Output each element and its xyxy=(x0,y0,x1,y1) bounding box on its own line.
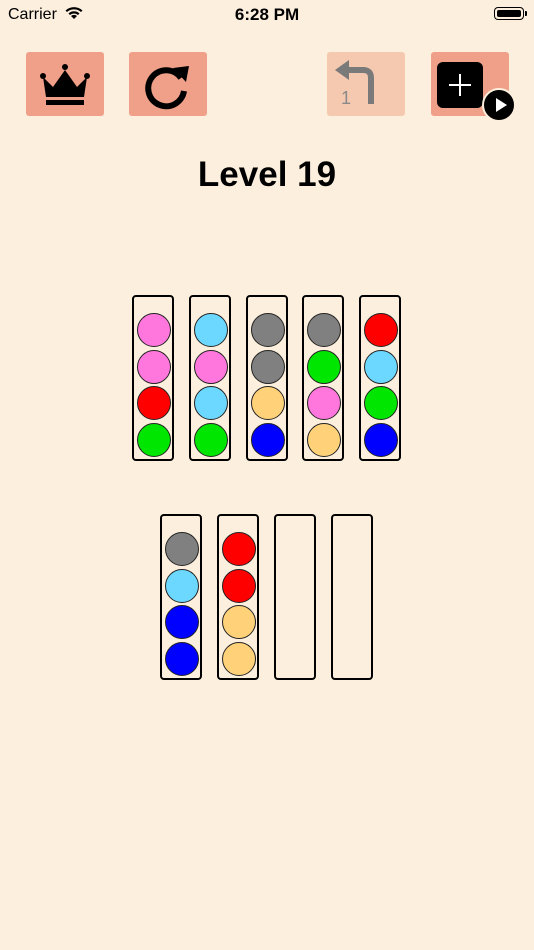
restart-button[interactable] xyxy=(129,52,207,116)
ball-red xyxy=(222,532,256,566)
ball-red xyxy=(137,386,171,420)
ball-pink xyxy=(137,313,171,347)
status-bar: Carrier 6:28 PM xyxy=(0,0,534,30)
plus-icon xyxy=(437,62,483,108)
tube-3[interactable] xyxy=(246,295,288,461)
ball-blue xyxy=(251,422,285,457)
ball-red xyxy=(222,568,256,603)
leaderboard-button[interactable] xyxy=(26,52,104,116)
ball-green xyxy=(194,422,228,457)
restart-icon xyxy=(145,66,189,110)
ball-cyan xyxy=(194,386,228,420)
tube-6[interactable] xyxy=(160,514,202,680)
tube-8[interactable] xyxy=(274,514,316,680)
tube-2[interactable] xyxy=(189,295,231,461)
ball-pink xyxy=(194,349,228,384)
ball-gray xyxy=(251,313,285,347)
undo-arrow-icon xyxy=(335,60,374,104)
ball-gray xyxy=(165,532,199,566)
ball-red xyxy=(364,313,398,347)
ball-cyan xyxy=(165,568,199,603)
ball-yellow xyxy=(251,386,285,420)
ball-green xyxy=(137,422,171,457)
ball-yellow xyxy=(222,605,256,639)
undo-button[interactable]: 1 xyxy=(327,52,405,116)
tube-5[interactable] xyxy=(359,295,401,461)
ball-pink xyxy=(307,386,341,420)
ball-green xyxy=(307,349,341,384)
ball-cyan xyxy=(364,349,398,384)
ball-pink xyxy=(137,349,171,384)
add-tube-button[interactable] xyxy=(431,52,516,122)
ball-blue xyxy=(364,422,398,457)
battery-icon xyxy=(494,7,527,20)
play-icon xyxy=(482,88,516,122)
ball-blue xyxy=(165,605,199,639)
ball-gray xyxy=(307,313,341,347)
tube-7[interactable] xyxy=(217,514,259,680)
ball-yellow xyxy=(307,422,341,457)
tube-9[interactable] xyxy=(331,514,373,680)
ball-blue xyxy=(165,641,199,676)
tube-4[interactable] xyxy=(302,295,344,461)
ball-green xyxy=(364,386,398,420)
crown-icon xyxy=(40,64,90,105)
ball-cyan xyxy=(194,313,228,347)
tube-1[interactable] xyxy=(132,295,174,461)
level-title: Level 19 xyxy=(197,155,337,194)
undo-count: 1 xyxy=(341,88,352,108)
status-time: 6:28 PM xyxy=(234,5,300,24)
ball-gray xyxy=(251,349,285,384)
ball-yellow xyxy=(222,641,256,676)
